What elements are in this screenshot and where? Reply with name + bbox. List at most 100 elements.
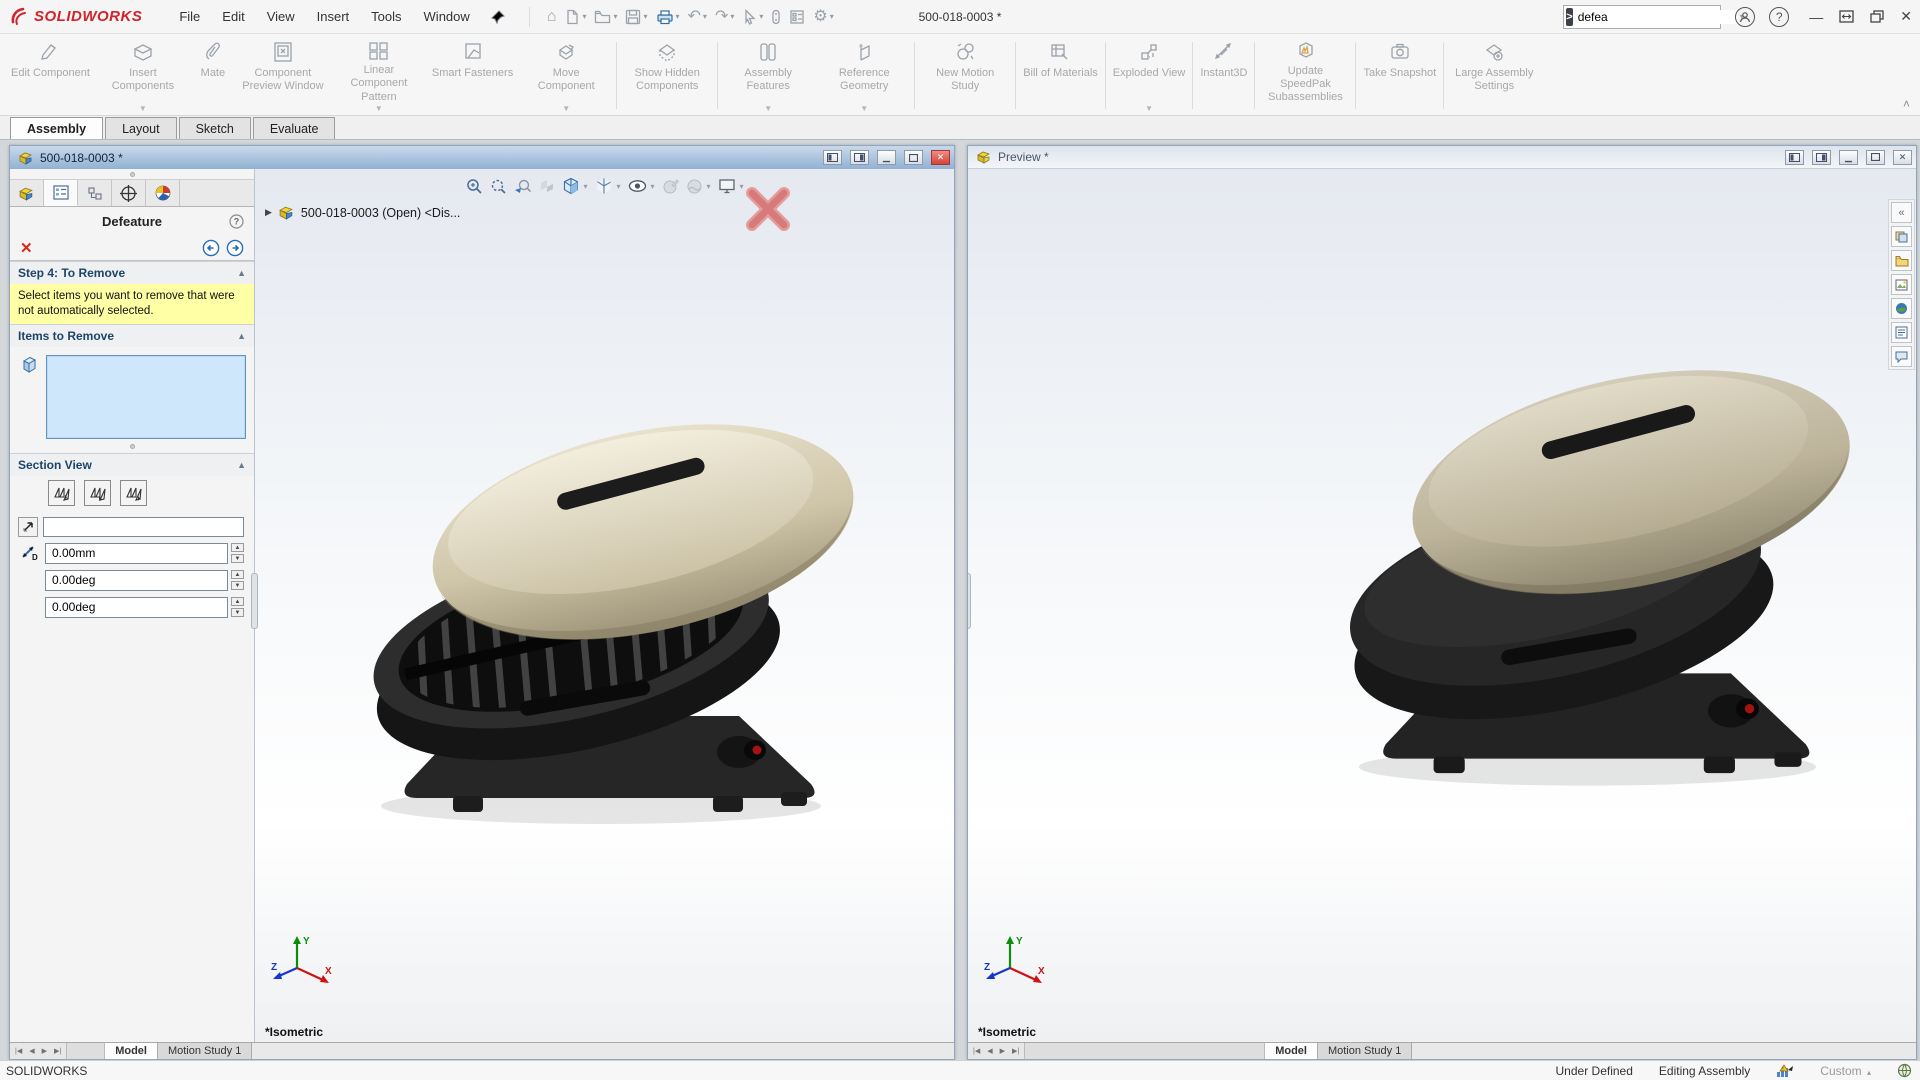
update-speedpak-button[interactable]: Update SpeedPak Subassemblies <box>1257 36 1353 115</box>
exploded-view-button[interactable]: Exploded View▼ <box>1108 36 1191 115</box>
tile-right-button[interactable] <box>850 150 869 165</box>
restore-document-button[interactable] <box>904 150 923 165</box>
menu-tools[interactable]: Tools <box>360 1 412 32</box>
spinner-down-icon[interactable]: ▼ <box>231 608 244 617</box>
appearances-scenes-icon[interactable] <box>1891 298 1912 319</box>
close-document-button[interactable]: ✕ <box>1893 150 1912 165</box>
scroll-first-icon[interactable]: |◀ <box>970 1045 983 1057</box>
dropdown-caret-icon[interactable]: ▾ <box>583 182 587 191</box>
restore-button[interactable] <box>1870 10 1884 23</box>
displaymanager-tab[interactable] <box>146 180 180 206</box>
scroll-last-icon[interactable]: ▶| <box>1009 1045 1022 1057</box>
pin-menu-icon[interactable] <box>491 10 505 24</box>
reverse-direction-button[interactable] <box>18 517 38 537</box>
forward-arrow-button[interactable] <box>226 239 244 257</box>
user-account-icon[interactable] <box>1735 7 1755 27</box>
units-selector[interactable]: Custom ▴ <box>1820 1064 1871 1078</box>
back-arrow-button[interactable] <box>202 239 220 257</box>
new-motion-study-button[interactable]: New Motion Study <box>917 36 1013 115</box>
dropdown-caret-icon[interactable]: ▼ <box>562 104 570 114</box>
section-plane-3-button[interactable] <box>120 480 147 506</box>
edit-appearance-button[interactable] <box>662 178 679 195</box>
section-view-header[interactable]: Section View▲ <box>10 453 254 476</box>
minimize-document-button[interactable]: ▁ <box>877 150 896 165</box>
task-pane-expand-icon[interactable]: « <box>1891 202 1912 223</box>
selection-box-resize-handle[interactable] <box>10 441 254 453</box>
scroll-prev-icon[interactable]: ◀ <box>26 1045 37 1057</box>
take-snapshot-button[interactable]: Take Snapshot <box>1358 36 1441 115</box>
dropdown-caret-icon[interactable]: ▼ <box>375 104 383 114</box>
tab-scrollbar[interactable] <box>1025 1043 1265 1059</box>
open-document-button[interactable]: ▾ <box>591 7 620 27</box>
zoom-to-area-button[interactable] <box>489 178 506 195</box>
options-list-button[interactable] <box>786 7 808 27</box>
home-button[interactable]: ⌂ <box>544 7 560 27</box>
show-hidden-components-button[interactable]: Show Hidden Components <box>619 36 715 115</box>
edit-component-button[interactable]: Edit Component <box>6 36 95 115</box>
hide-show-items-button[interactable]: ▾ <box>627 179 654 193</box>
ribbon-collapse-icon[interactable]: ˄ <box>1903 97 1910 111</box>
help-icon[interactable]: ? <box>229 214 244 229</box>
restore-document-button[interactable] <box>1866 150 1885 165</box>
file-explorer-icon[interactable] <box>1891 250 1912 271</box>
feature-tree-flyout[interactable]: ▶ 500-018-0003 (Open) <Dis... <box>265 205 460 220</box>
spinner-up-icon[interactable]: ▲ <box>231 570 244 579</box>
zoom-to-fit-button[interactable] <box>465 178 482 195</box>
dropdown-caret-icon[interactable]: ▾ <box>616 182 620 191</box>
new-document-button[interactable]: ▾ <box>561 7 589 27</box>
tab-evaluate[interactable]: Evaluate <box>253 117 336 139</box>
section-offset-input[interactable] <box>45 543 228 564</box>
menu-file[interactable]: File <box>168 1 211 32</box>
items-to-remove-header[interactable]: Items to Remove▲ <box>10 324 254 347</box>
scroll-first-icon[interactable]: |◀ <box>12 1045 25 1057</box>
model-tab[interactable]: Model <box>1265 1043 1318 1059</box>
scroll-last-icon[interactable]: ▶| <box>51 1045 64 1057</box>
dropdown-caret-icon[interactable]: ▾ <box>707 182 711 191</box>
grill-3d-model[interactable] <box>311 354 871 854</box>
tab-scrollbar[interactable] <box>67 1043 105 1059</box>
tags-globe-icon[interactable] <box>1897 1063 1912 1078</box>
section-angle1-input[interactable] <box>45 570 228 591</box>
step-section-header[interactable]: Step 4: To Remove▲ <box>10 261 254 284</box>
offset-spinner[interactable]: ▲▼ <box>231 543 244 563</box>
tab-assembly[interactable]: Assembly <box>10 117 103 139</box>
menu-insert[interactable]: Insert <box>306 1 361 32</box>
view-palette-icon[interactable] <box>1891 274 1912 295</box>
insert-components-button[interactable]: Insert Components▼ <box>95 36 191 115</box>
dropdown-caret-icon[interactable]: ▼ <box>139 104 147 114</box>
view-settings-button[interactable]: ▾ <box>718 178 744 194</box>
dropdown-caret-icon[interactable]: ▼ <box>764 104 772 114</box>
spinner-up-icon[interactable]: ▲ <box>231 597 244 606</box>
tile-left-button[interactable] <box>823 150 842 165</box>
motion-study-tab[interactable]: Motion Study 1 <box>158 1043 252 1059</box>
tile-left-button[interactable] <box>1785 150 1804 165</box>
section-view-button[interactable] <box>538 178 554 194</box>
scroll-prev-icon[interactable]: ◀ <box>984 1045 995 1057</box>
section-plane-2-button[interactable] <box>84 480 111 506</box>
restore-split-button[interactable] <box>1839 10 1854 23</box>
section-angle2-input[interactable] <box>45 597 228 618</box>
angle2-spinner[interactable]: ▲▼ <box>231 597 244 617</box>
view-orientation-button[interactable]: ▾ <box>561 177 587 195</box>
minimize-document-button[interactable]: ▁ <box>1839 150 1858 165</box>
tab-layout[interactable]: Layout <box>105 117 177 139</box>
magnetic-mate-button[interactable] <box>768 7 784 27</box>
propertymanager-tab[interactable] <box>44 180 78 206</box>
close-document-button[interactable]: ✕ <box>931 150 950 165</box>
undo-button[interactable]: ↶▾ <box>685 7 710 27</box>
spinner-up-icon[interactable]: ▲ <box>231 543 244 552</box>
large-assembly-settings-button[interactable]: Large Assembly Settings <box>1446 36 1542 115</box>
linear-component-pattern-button[interactable]: Linear Component Pattern▼ <box>331 36 427 115</box>
bill-of-materials-button[interactable]: Bill of Materials <box>1018 36 1103 115</box>
redo-button[interactable]: ↷▾ <box>712 7 737 27</box>
cancel-button[interactable]: ✕ <box>20 239 33 257</box>
move-component-button[interactable]: Move Component▼ <box>518 36 614 115</box>
tree-expand-icon[interactable]: ▶ <box>265 207 272 218</box>
cancel-preview-watermark-icon[interactable] <box>742 183 794 235</box>
assembly-features-button[interactable]: Assembly Features▼ <box>720 36 816 115</box>
preview-window-titlebar[interactable]: Preview * ▁ ✕ <box>968 146 1916 169</box>
scroll-next-icon[interactable]: ▶ <box>39 1045 50 1057</box>
assembly-viewport[interactable]: ▾ ▾ ▾ ▾ ▾ ▶ 500-018-0003 (Open) <Dis... <box>255 169 954 1042</box>
configurationmanager-tab[interactable] <box>78 180 112 206</box>
spinner-down-icon[interactable]: ▼ <box>231 554 244 563</box>
